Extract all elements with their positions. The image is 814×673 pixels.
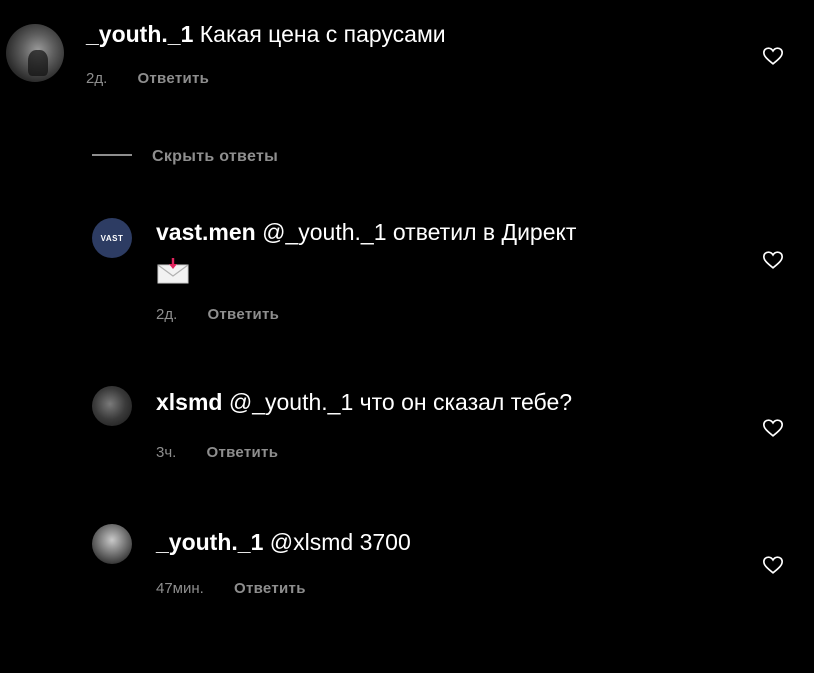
avatar[interactable] <box>92 386 132 426</box>
reply-button[interactable]: Ответить <box>234 580 306 597</box>
comment-text: @xlsmd 3700 <box>269 529 411 555</box>
comment-username[interactable]: vast.men <box>156 219 256 245</box>
comment-text: @_youth._1 что он сказал тебе? <box>228 389 573 415</box>
comment-body: vast.men @_youth._1 ответил в Директ <box>156 218 576 246</box>
reply-button[interactable]: Ответить <box>137 70 209 87</box>
avatar-logo-text: VAST <box>100 233 124 243</box>
hide-replies-label: Скрыть ответы <box>152 148 279 165</box>
divider-line <box>92 153 132 156</box>
envelope-icon <box>157 258 189 284</box>
hide-replies-button[interactable]: Скрыть ответы <box>92 148 278 166</box>
heart-icon[interactable] <box>762 249 784 271</box>
comment-time: 2д. <box>86 70 108 87</box>
comment-meta: 2д. Ответить <box>156 306 279 323</box>
comment-username[interactable]: _youth._1 <box>156 529 263 555</box>
comment-body: _youth._1 Какая цена с парусами <box>86 20 446 48</box>
heart-icon[interactable] <box>762 417 784 439</box>
comment-meta: 3ч. Ответить <box>156 444 278 461</box>
comment-username[interactable]: xlsmd <box>156 389 222 415</box>
comment-meta: 2д. Ответить <box>86 70 209 87</box>
comment-body: _youth._1 @xlsmd 3700 <box>156 528 411 556</box>
comment-username[interactable]: _youth._1 <box>86 21 193 47</box>
reply-button[interactable]: Ответить <box>207 306 279 323</box>
reply-button[interactable]: Ответить <box>207 444 279 461</box>
comment-body: xlsmd @_youth._1 что он сказал тебе? <box>156 388 572 416</box>
avatar[interactable] <box>92 524 132 564</box>
comment-time: 47мин. <box>156 580 204 597</box>
avatar[interactable] <box>6 24 64 82</box>
comment-text: @_youth._1 ответил в Директ <box>262 219 577 245</box>
comment-time: 3ч. <box>156 444 177 461</box>
comment-time: 2д. <box>156 306 178 323</box>
avatar[interactable]: VAST <box>92 218 132 258</box>
comment-meta: 47мин. Ответить <box>156 580 306 597</box>
heart-icon[interactable] <box>762 45 784 67</box>
heart-icon[interactable] <box>762 554 784 576</box>
comment-text: Какая цена с парусами <box>199 21 446 47</box>
